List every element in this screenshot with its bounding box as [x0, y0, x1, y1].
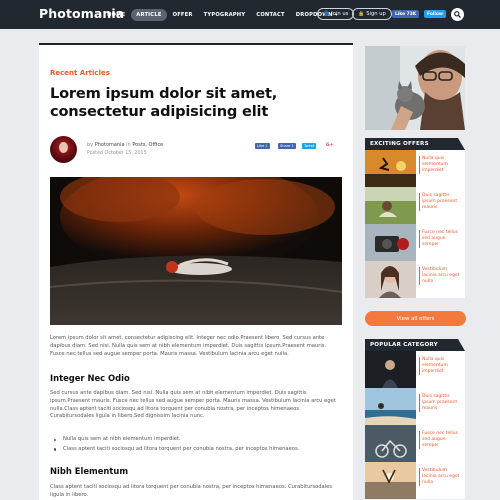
- popular-category-widget: POPULAR CATEGORY Nulla quis elementum im…: [365, 339, 465, 499]
- offer-thumb-portrait: [365, 261, 416, 298]
- author-avatar[interactable]: [50, 136, 77, 163]
- bullet-list: Nulla quis sem at nibh elementum imperdi…: [53, 435, 299, 455]
- share-facebook-label: Share 1: [280, 144, 294, 148]
- popular-text[interactable]: Nulla quis elementum imperdiet: [419, 357, 463, 375]
- offer-text[interactable]: Vestibulum lacinia arcu eget nulla: [419, 267, 463, 285]
- offer-item[interactable]: Vestibulum lacinia arcu eget nulla: [365, 261, 465, 298]
- nav-home[interactable]: HOME: [107, 12, 125, 18]
- author-link[interactable]: Photomania: [95, 142, 125, 148]
- share-facebook-button[interactable]: Share 1: [278, 143, 296, 149]
- categories-link[interactable]: Posts, Office: [132, 142, 163, 148]
- popular-item[interactable]: Fusce nec tellus sed augue semper: [365, 425, 465, 462]
- offer-text[interactable]: Duis sagittis ipsum praesent mauris: [419, 193, 463, 211]
- nav-typography[interactable]: TYPOGRAPHY: [204, 12, 246, 18]
- by-prefix: by: [87, 142, 94, 148]
- popular-thumb-bike: [365, 425, 416, 462]
- nav-contact[interactable]: CONTACT: [256, 12, 284, 18]
- girl-portrait-photo: [365, 261, 416, 298]
- popular-item[interactable]: Vestibulum lacinia arcu eget nulla: [365, 462, 465, 499]
- woman-in-field-photo: [365, 187, 416, 224]
- cyclist-photo: [365, 425, 416, 462]
- google-plus-button[interactable]: G+: [326, 143, 333, 148]
- share-like-button[interactable]: Like 1: [255, 143, 270, 149]
- offer-text[interactable]: Nulla quis elementum imperdiet: [419, 156, 463, 174]
- article-title: Lorem ipsum dolor sit amet, consectetur …: [50, 85, 278, 120]
- exciting-offers-widget: EXCITING OFFERS Nulla quis elementum imp…: [365, 138, 465, 298]
- man-with-kitten-photo: [365, 46, 465, 130]
- share-tweet-button[interactable]: Tweet: [302, 143, 317, 149]
- nav-offer[interactable]: OFFER: [173, 12, 193, 18]
- main-nav: HOME ARTICLE OFFER TYPOGRAPHY CONTACT DR…: [107, 9, 349, 21]
- paragraph-2: Sed cursus ante dapibus diam. Sed nisi. …: [50, 390, 336, 420]
- offer-item[interactable]: Nulla quis elementum imperdiet: [365, 150, 465, 187]
- sign-up-button[interactable]: 🔒 Sign up: [352, 8, 392, 20]
- follow-label: Follow: [427, 11, 443, 17]
- heading-nibh-elementum: Nibh Elementum: [50, 466, 129, 476]
- posted-date: Posted October 15, 2015: [87, 151, 147, 156]
- hero-image: [50, 177, 342, 325]
- hero-photo-woman-lying: [50, 177, 342, 325]
- byline: by Photomania in Posts, Office: [87, 142, 163, 148]
- view-all-offers-button[interactable]: View all offers: [365, 311, 466, 326]
- popular-thumb-beach: [365, 388, 416, 425]
- twitter-follow-button[interactable]: Follow: [424, 10, 446, 18]
- heading-integer-nec-odio: Integer Nec Odio: [50, 373, 130, 383]
- sign-up-label: Sign up: [366, 11, 386, 17]
- camera-hand-photo: [365, 224, 416, 261]
- exciting-offers-title: EXCITING OFFERS: [365, 138, 465, 150]
- lock-icon: 🔒: [358, 11, 365, 17]
- offer-thumb-camera: [365, 224, 416, 261]
- search-icon: [454, 11, 461, 18]
- offer-text[interactable]: Fusce nec tellus sed augue semper: [419, 230, 463, 248]
- nav-article[interactable]: ARTICLE: [131, 9, 167, 21]
- popular-text[interactable]: Duis sagittis ipsum praesent mauris: [419, 394, 463, 412]
- share-like-label: Like 1: [257, 144, 268, 148]
- offer-item[interactable]: Fusce nec tellus sed augue semper: [365, 224, 465, 261]
- offer-thumb-meadow: [365, 187, 416, 224]
- sidebar-featured-photo[interactable]: [365, 46, 465, 130]
- beach-photo: [365, 388, 416, 425]
- in-text: in: [126, 142, 131, 148]
- offer-thumb-jump: [365, 150, 416, 187]
- sunset-jump-photo: [365, 150, 416, 187]
- popular-item[interactable]: Nulla quis elementum imperdiet: [365, 351, 465, 388]
- popular-category-title: POPULAR CATEGORY: [365, 339, 465, 351]
- category-label[interactable]: Recent Articles: [50, 69, 110, 77]
- join-us-label: Join us: [331, 11, 349, 17]
- user-icon: 👤: [323, 11, 330, 17]
- dark-stage-photo: [365, 351, 416, 388]
- offer-item[interactable]: Duis sagittis ipsum praesent mauris: [365, 187, 465, 224]
- popular-thumb-sunset: [365, 462, 416, 499]
- search-button[interactable]: [451, 8, 464, 21]
- facebook-like-button[interactable]: Like 73K: [392, 10, 420, 18]
- popular-item[interactable]: Duis sagittis ipsum praesent mauris: [365, 388, 465, 425]
- bullet-item: Nulla quis sem at nibh elementum imperdi…: [53, 435, 299, 445]
- intro-paragraph: Lorem ipsum dolor sit amet, consectetur …: [50, 335, 327, 357]
- popular-text[interactable]: Fusce nec tellus sed augue semper: [419, 431, 463, 449]
- like-label: Like 73K: [395, 11, 417, 17]
- popular-text[interactable]: Vestibulum lacinia arcu eget nulla: [419, 468, 463, 486]
- article-card: Recent Articles Lorem ipsum dolor sit am…: [39, 43, 353, 500]
- join-us-button[interactable]: 👤 Join us: [317, 8, 355, 20]
- share-tweet-label: Tweet: [304, 144, 315, 148]
- sunset-arms-photo: [365, 462, 416, 499]
- paragraph-3: Class aptent taciti sociosqu ad litora t…: [50, 484, 333, 498]
- bullet-item: Class aptent taciti sociosqu ad litora t…: [53, 445, 299, 455]
- popular-thumb-singer: [365, 351, 416, 388]
- top-navbar: Photomania HOME ARTICLE OFFER TYPOGRAPHY…: [0, 0, 500, 29]
